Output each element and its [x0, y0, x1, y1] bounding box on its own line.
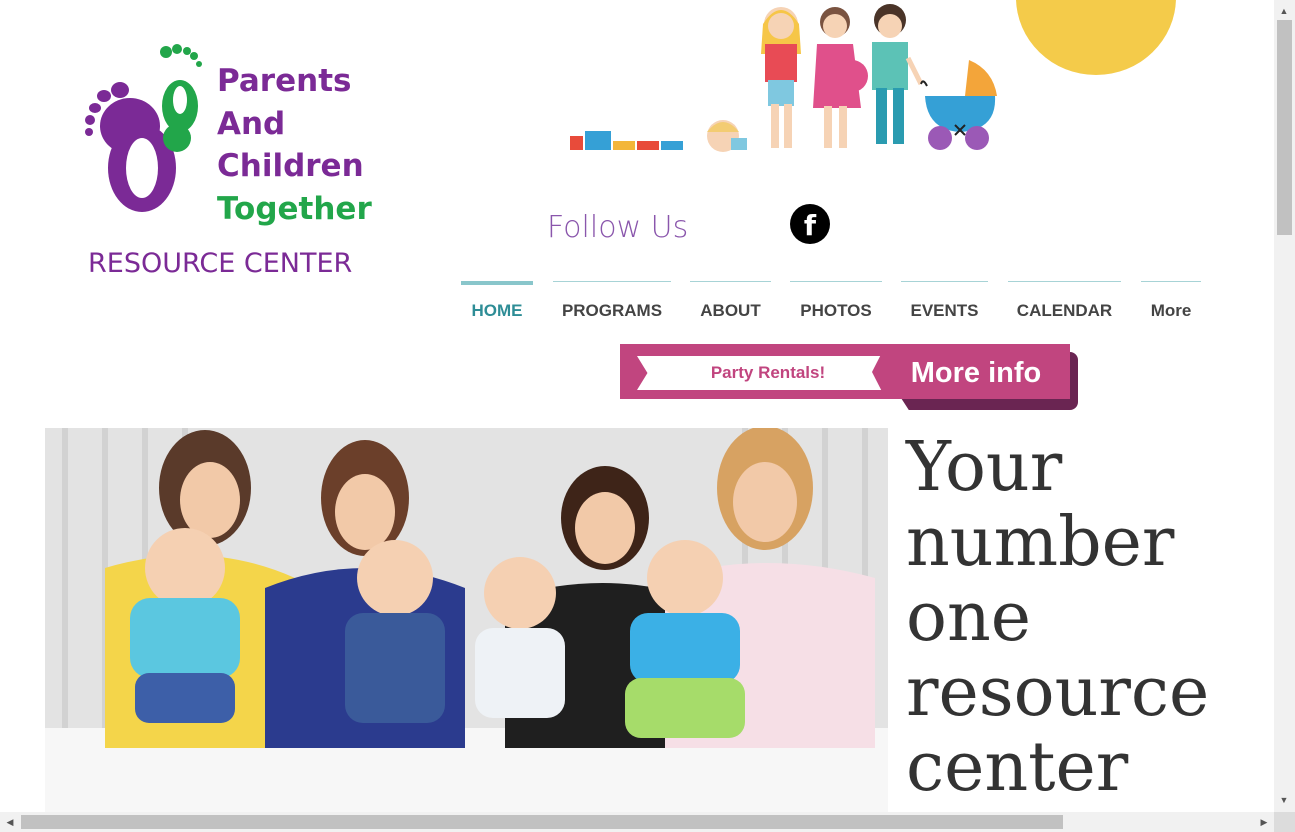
facebook-icon[interactable]: f: [790, 204, 830, 244]
nav-calendar[interactable]: CALENDAR: [1008, 281, 1121, 325]
party-rentals-text: Party Rentals!: [710, 363, 826, 382]
nav-programs-label: PROGRAMS: [561, 301, 663, 320]
footprints-icon: [85, 44, 202, 212]
nav-photos[interactable]: PHOTOS: [790, 281, 882, 325]
scroll-right-arrow-icon[interactable]: ▶: [1257, 817, 1271, 827]
vertical-scrollbar[interactable]: ▲ ▼: [1274, 0, 1295, 812]
nav-home[interactable]: HOME: [461, 281, 533, 325]
facebook-glyph: f: [803, 209, 817, 242]
scroll-up-arrow-icon[interactable]: ▲: [1277, 6, 1291, 16]
logo-word-and: And: [217, 106, 286, 142]
party-rentals-banner[interactable]: Party Rentals! More info: [620, 344, 1080, 414]
horizontal-scrollbar[interactable]: ◀ ▶: [0, 812, 1274, 832]
logo-word-together: Together: [217, 191, 372, 227]
more-info-button[interactable]: More info: [888, 349, 1064, 395]
logo-word-children: Children: [217, 148, 364, 184]
family-illustration: [570, 4, 997, 152]
follow-us-label: Follow Us: [547, 210, 689, 245]
hero-tagline: Your number one resource center: [906, 428, 1210, 807]
logo-word-parents: Parents: [217, 63, 352, 99]
nav-calendar-label: CALENDAR: [1016, 301, 1113, 320]
horizontal-scroll-thumb[interactable]: [21, 815, 1063, 829]
nav-about[interactable]: ABOUT: [690, 281, 771, 325]
nav-home-label: HOME: [471, 301, 523, 320]
page: Parents And Children Together RESOURCE C…: [0, 0, 1274, 812]
nav-events[interactable]: EVENTS: [901, 281, 988, 325]
logo-resource-center: RESOURCE CENTER: [88, 248, 353, 279]
sun-decoration: [1016, 0, 1176, 75]
nav-events-label: EVENTS: [910, 301, 979, 320]
nav-photos-label: PHOTOS: [800, 301, 872, 320]
nav-programs[interactable]: PROGRAMS: [553, 281, 671, 325]
site-logo[interactable]: Parents And Children Together RESOURCE C…: [80, 38, 398, 306]
scrollbar-corner: [1274, 812, 1295, 832]
hero-photo: [45, 428, 888, 812]
scroll-down-arrow-icon[interactable]: ▼: [1277, 795, 1291, 805]
mothers-babies-photo: [45, 428, 888, 812]
nav-about-label: ABOUT: [700, 301, 761, 320]
vertical-scroll-thumb[interactable]: [1277, 20, 1292, 235]
nav-more[interactable]: More: [1141, 281, 1201, 325]
nav-more-label: More: [1150, 301, 1192, 320]
scroll-left-arrow-icon[interactable]: ◀: [3, 817, 17, 827]
